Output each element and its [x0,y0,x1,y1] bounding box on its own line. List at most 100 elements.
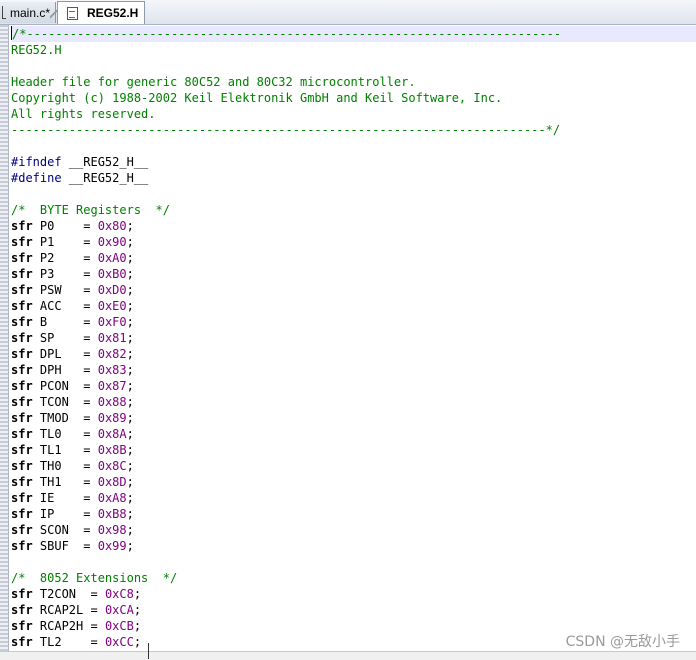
code-line[interactable]: sfr P2 = 0xA0; [11,250,696,266]
code-line[interactable]: REG52.H [11,42,696,58]
code-token: 0x87 [97,379,127,393]
code-token: ; [126,379,134,393]
code-token: SCON = [32,523,98,537]
code-token: DPH = [32,363,98,377]
code-token: IE = [32,491,98,505]
code-line[interactable] [11,138,696,154]
code-token: 0xA0 [97,251,127,265]
code-token: 0x89 [97,411,127,425]
code-line[interactable]: sfr B = 0xF0; [11,314,696,330]
code-line[interactable]: sfr DPL = 0x82; [11,346,696,362]
code-token: ; [126,475,134,489]
code-line[interactable]: sfr TL1 = 0x8B; [11,442,696,458]
code-token: sfr [11,603,33,617]
code-token: 0x81 [97,331,127,345]
code-token: ; [126,219,134,233]
code-token: 0xB8 [97,507,127,521]
code-token: 0x8A [97,427,127,441]
code-token: ; [126,331,134,345]
code-token: sfr [11,475,33,489]
code-line[interactable]: sfr IP = 0xB8; [11,506,696,522]
code-line[interactable] [11,186,696,202]
file-icon [67,6,78,20]
code-token: ; [126,251,134,265]
code-token: TCON = [32,395,98,409]
code-text[interactable]: /*--------------------------------------… [11,26,696,650]
tab-main-c[interactable]: main.c* [0,2,56,23]
code-token: sfr [11,219,33,233]
code-token: 0x98 [97,523,127,537]
code-token: ; [126,267,134,281]
code-line[interactable]: /* 8052 Extensions */ [11,570,696,586]
code-line[interactable]: sfr IE = 0xA8; [11,490,696,506]
code-line[interactable]: sfr DPH = 0x83; [11,362,696,378]
code-line[interactable]: All rights reserved. [11,106,696,122]
code-token: 0x8B [97,443,127,457]
code-line[interactable]: sfr P1 = 0x90; [11,234,696,250]
code-line[interactable]: sfr T2CON = 0xC8; [11,586,696,602]
editor-gutter [0,25,9,651]
code-line[interactable]: sfr P3 = 0xB0; [11,266,696,282]
code-token: /*--------------------------------------… [12,27,562,41]
code-token: RCAP2L = [32,603,105,617]
code-line[interactable]: sfr PSW = 0xD0; [11,282,696,298]
code-line[interactable]: sfr SBUF = 0x99; [11,538,696,554]
code-token: ; [126,507,134,521]
code-token: P1 = [32,235,98,249]
code-line[interactable]: Copyright (c) 1988-2002 Keil Elektronik … [11,90,696,106]
code-token: /* BYTE Registers */ [11,203,170,217]
code-token: #ifndef [11,155,62,169]
code-line[interactable]: sfr TL0 = 0x8A; [11,426,696,442]
code-token: sfr [11,315,33,329]
code-token: ; [126,347,134,361]
code-token: sfr [11,523,33,537]
code-token: ; [133,587,142,601]
code-token: 0x83 [97,363,127,377]
code-token: sfr [11,587,33,601]
tab-reg52-h[interactable]: REG52.H [57,1,145,24]
code-line[interactable] [11,554,696,570]
code-token: 0xCB [104,619,134,633]
code-token: P2 = [32,251,98,265]
code-token: SP = [32,331,98,345]
code-line[interactable]: sfr RCAP2L = 0xCA; [11,602,696,618]
code-token: sfr [11,299,33,313]
code-token: sfr [11,491,33,505]
code-token: ; [133,635,142,649]
code-line[interactable]: /* BYTE Registers */ [11,202,696,218]
code-token: sfr [11,459,33,473]
code-editor[interactable]: /*--------------------------------------… [0,25,696,651]
code-line[interactable] [11,58,696,74]
code-token: TH0 = [32,459,98,473]
code-line[interactable]: Header file for generic 80C52 and 80C32 … [11,74,696,90]
code-line[interactable]: sfr SCON = 0x98; [11,522,696,538]
code-token: /* 8052 Extensions */ [11,571,178,585]
watermark: CSDN @无敌小手 [565,634,680,650]
code-line[interactable]: sfr PCON = 0x87; [11,378,696,394]
code-line[interactable]: /*--------------------------------------… [11,26,696,42]
code-line[interactable]: sfr TMOD = 0x89; [11,410,696,426]
code-line[interactable]: #define __REG52_H__ [11,170,696,186]
code-line[interactable]: sfr ACC = 0xE0; [11,298,696,314]
code-token: 0x82 [97,347,127,361]
code-token: sfr [11,619,33,633]
code-token: sfr [11,379,33,393]
code-token: sfr [11,411,33,425]
code-token: B = [32,315,98,329]
code-token: P0 = [32,219,98,233]
code-line[interactable]: sfr TH0 = 0x8C; [11,458,696,474]
code-token: sfr [11,235,33,249]
code-line[interactable]: sfr TH1 = 0x8D; [11,474,696,490]
code-line[interactable]: sfr TCON = 0x88; [11,394,696,410]
code-token: 0xCC [104,635,134,649]
code-token: sfr [11,363,33,377]
code-line[interactable]: sfr SP = 0x81; [11,330,696,346]
code-token: 0x99 [97,539,127,553]
code-token: ; [133,603,142,617]
code-token: 0xD0 [97,283,127,297]
code-line[interactable]: sfr P0 = 0x80; [11,218,696,234]
code-line[interactable]: #ifndef __REG52_H__ [11,154,696,170]
code-token: ----------------------------------------… [11,123,561,137]
code-line[interactable]: ----------------------------------------… [11,122,696,138]
code-token: Copyright (c) 1988-2002 Keil Elektronik … [11,91,503,105]
